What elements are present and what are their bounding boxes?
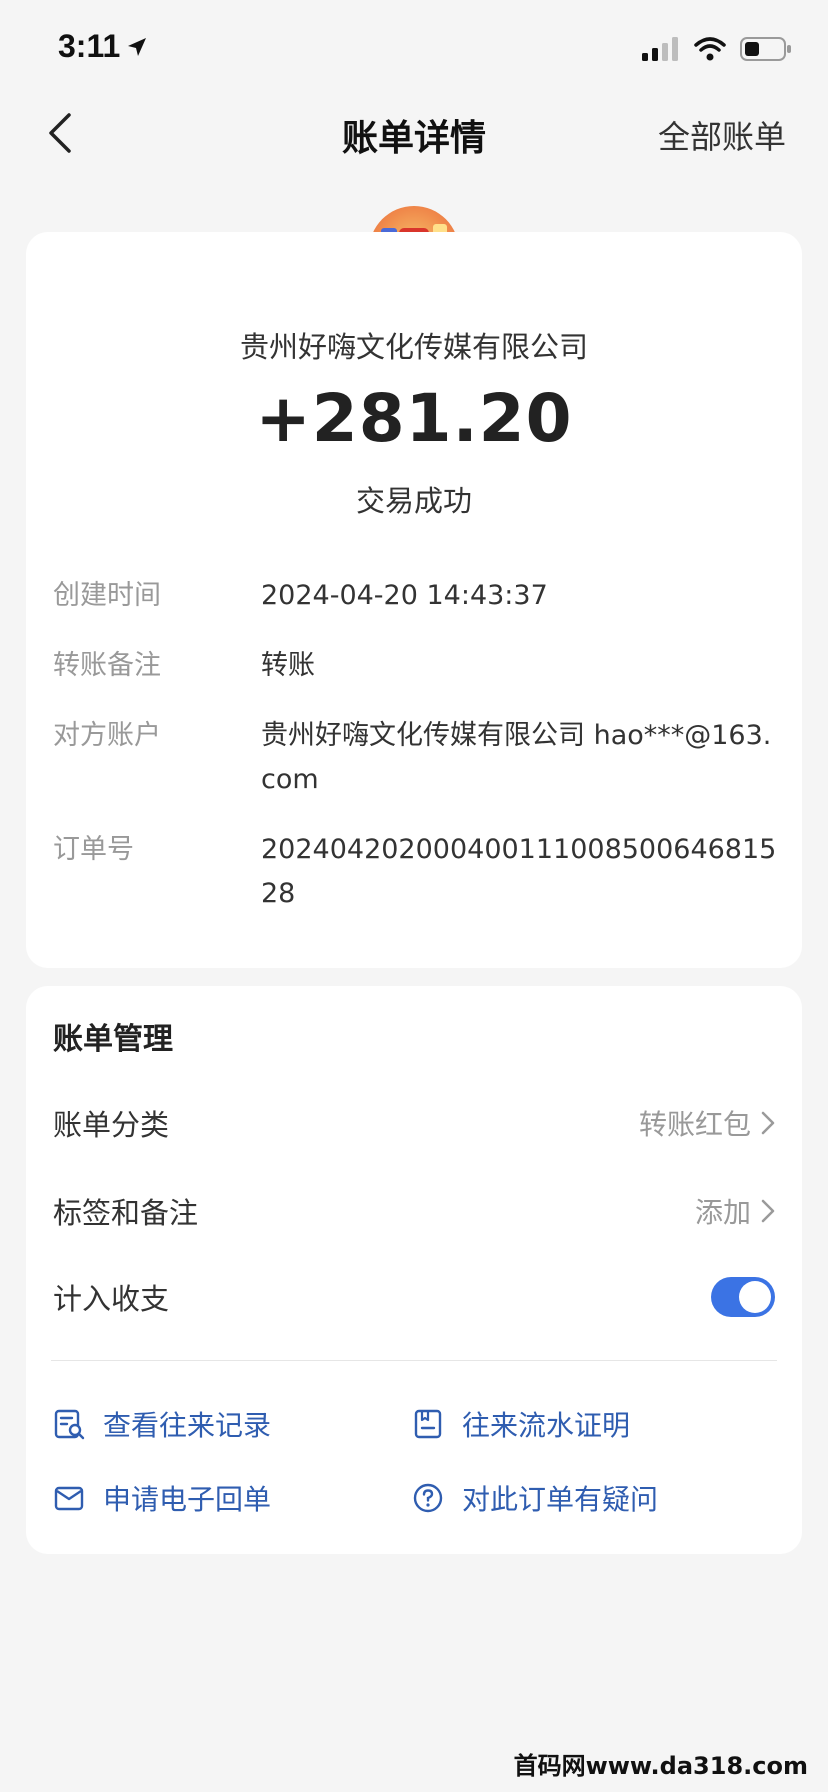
bill-management-card: 账单管理 账单分类 转账红包 标签和备注 添加 计入收支 查看往来记录 往来流水… [26,986,802,1554]
detail-value: 贵州好嗨文化传媒有限公司 hao***@163.com [261,720,772,795]
tags-notes-value: 添加 [694,1196,751,1229]
question-icon [413,1483,443,1513]
records-icon [54,1409,85,1440]
location-arrow-icon [128,37,147,56]
count-in-balance-row: 计入收支 [53,1272,775,1322]
battery-icon [740,37,791,61]
detail-row-order-number: 订单号 20240420200040011100850064681528 [53,828,783,916]
payer-name: 贵州好嗨文化传媒有限公司 [239,330,588,364]
transaction-status: 交易成功 [355,484,472,518]
action-label: 申请电子回单 [103,1483,272,1516]
all-bills-link[interactable]: 全部账单 [658,112,786,158]
toggle-knob [739,1281,771,1313]
statement-icon [414,1409,442,1439]
detail-row-created-time: 创建时间 2024-04-20 14:43:37 [53,574,783,618]
action-label: 往来流水证明 [462,1409,631,1442]
status-icons [642,36,792,62]
action-label: 对此订单有疑问 [462,1483,659,1516]
nav-bar: 账单详情 全部账单 [0,95,828,171]
view-records-button[interactable]: 查看往来记录 [53,1404,271,1444]
tags-notes-row[interactable]: 标签和备注 添加 [53,1186,775,1236]
count-in-balance-toggle[interactable] [711,1277,775,1317]
bill-category-label: 账单分类 [53,1108,170,1142]
detail-label: 对方账户 [53,720,161,751]
detail-value: 转账 [261,650,315,681]
detail-value: 2024-04-20 14:43:37 [261,580,548,611]
detail-label: 创建时间 [53,580,161,611]
tags-notes-label: 标签和备注 [53,1196,199,1230]
statement-proof-button[interactable]: 往来流水证明 [412,1404,630,1444]
bill-summary-card: 贵州好嗨文化传媒有限公司 +281.20 交易成功 创建时间 2024-04-2… [26,232,802,968]
status-time-text: 3:11 [58,28,121,64]
signal-icon [642,37,678,61]
detail-label: 转账备注 [53,650,161,681]
watermark: 首码网www.da318.com [513,1752,808,1780]
detail-row-counterparty-account: 对方账户 贵州好嗨文化传媒有限公司 hao***@163.com [53,714,783,802]
divider [51,1360,777,1361]
status-time: 3:11 [58,28,148,65]
detail-label: 订单号 [53,834,134,865]
chevron-right-icon [761,1199,775,1223]
detail-value[interactable]: 20240420200040011100850064681528 [261,828,783,916]
order-question-button[interactable]: 对此订单有疑问 [412,1478,658,1518]
detail-row-transfer-note: 转账备注 转账 [53,644,783,688]
bill-category-row[interactable]: 账单分类 转账红包 [53,1098,775,1148]
e-receipt-button[interactable]: 申请电子回单 [53,1478,271,1518]
section-title: 账单管理 [53,1022,173,1057]
mail-icon [54,1486,84,1511]
amount: +281.20 [255,380,573,457]
wifi-icon [694,37,726,61]
status-bar: 3:11 [0,0,828,100]
chevron-right-icon [761,1111,775,1135]
bill-category-value: 转账红包 [638,1108,751,1141]
action-label: 查看往来记录 [103,1409,272,1442]
count-in-balance-label: 计入收支 [53,1282,170,1316]
